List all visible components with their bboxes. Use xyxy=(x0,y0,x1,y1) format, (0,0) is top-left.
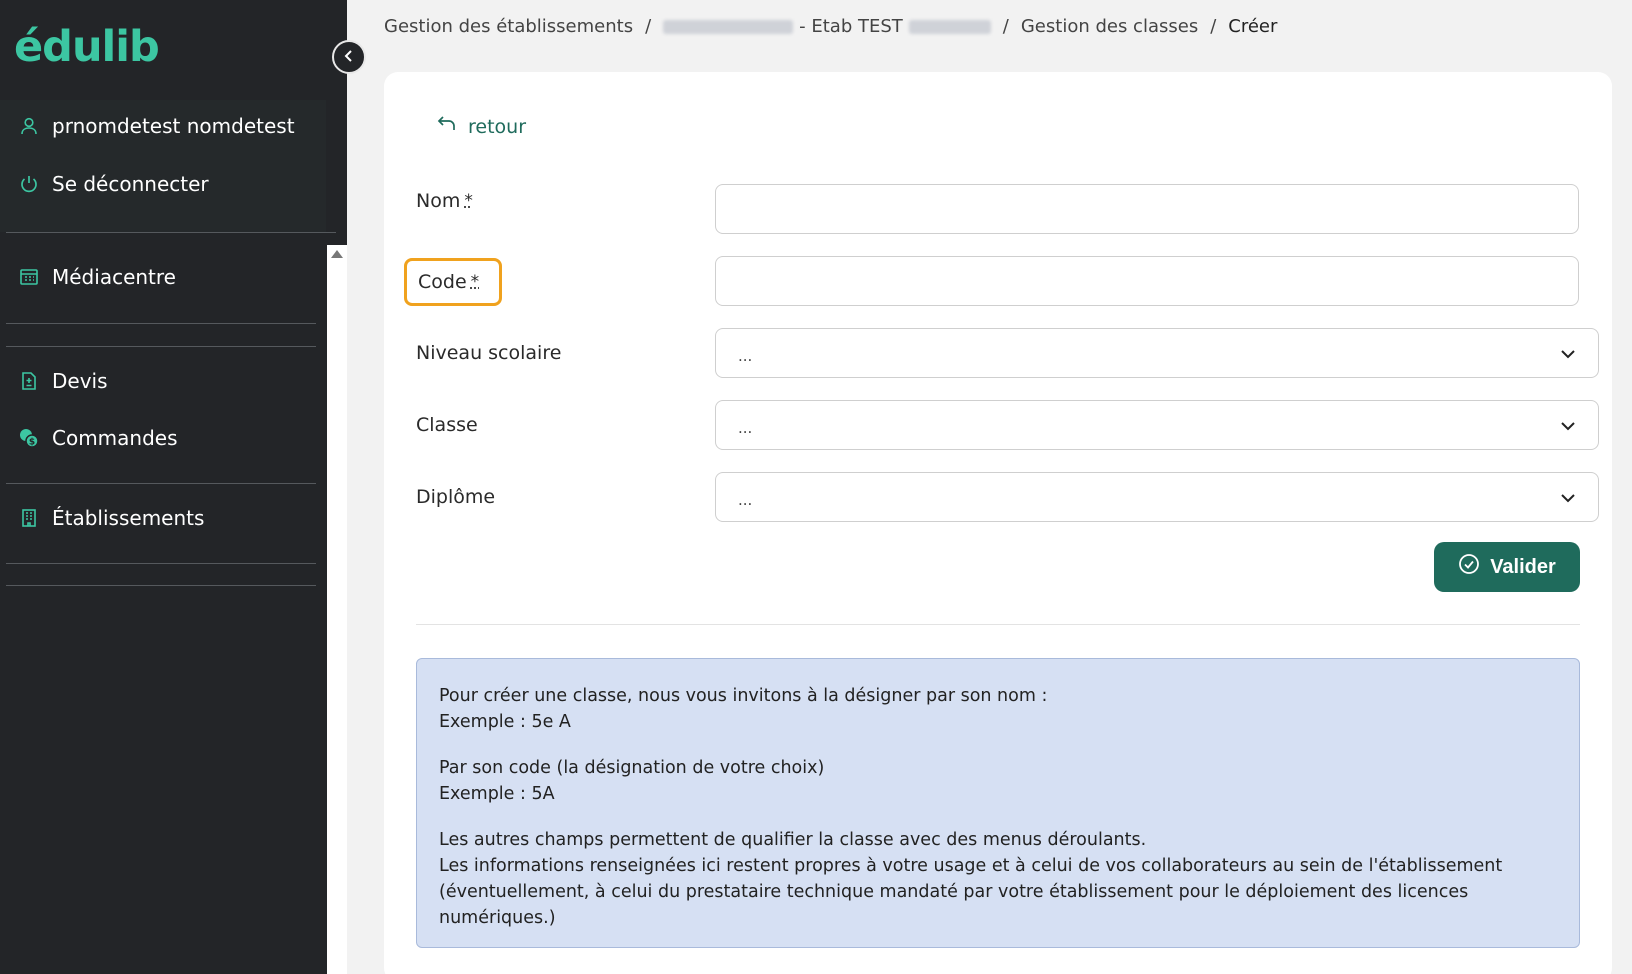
breadcrumb-separator: / xyxy=(1210,16,1216,37)
user-profile-link[interactable]: prnomdetest nomdetest xyxy=(18,114,295,138)
coins-icon: $ xyxy=(18,427,40,449)
back-link[interactable]: retour xyxy=(436,114,526,139)
sidebar-divider xyxy=(6,585,316,586)
chevron-down-icon xyxy=(1560,416,1576,435)
sidebar-item-label: Médiacentre xyxy=(52,265,176,289)
sidebar-divider xyxy=(6,232,336,233)
check-circle-icon xyxy=(1458,553,1480,581)
info-paragraph: Par son code (la désignation de votre ch… xyxy=(439,755,1557,807)
validate-button[interactable]: Valider xyxy=(1434,542,1580,592)
niveau-select-value: ... xyxy=(738,347,752,365)
return-arrow-icon xyxy=(436,114,458,139)
breadcrumb-item-etab[interactable]: - Etab TEST xyxy=(663,16,991,37)
mediacentre-icon xyxy=(18,266,40,288)
user-name: prnomdetest nomdetest xyxy=(52,114,295,138)
nom-label-text: Nom xyxy=(416,190,460,212)
info-text: Exemple : 5A xyxy=(439,784,555,804)
info-text: Pour créer une classe, nous vous inviton… xyxy=(439,686,1047,706)
info-paragraph: Pour créer une classe, nous vous inviton… xyxy=(439,683,1557,735)
user-icon xyxy=(18,115,40,137)
sidebar-item-mediacentre[interactable]: Médiacentre xyxy=(18,265,176,289)
building-icon xyxy=(18,507,40,529)
sidebar-scrollbar[interactable] xyxy=(327,245,347,974)
back-label: retour xyxy=(468,116,526,138)
sidebar-item-commandes[interactable]: $ Commandes xyxy=(18,426,178,450)
redacted-text xyxy=(909,20,991,34)
redacted-text xyxy=(663,20,793,34)
logout-label: Se déconnecter xyxy=(52,172,209,196)
required-mark: * xyxy=(471,272,480,292)
breadcrumb-etab-label: - Etab TEST xyxy=(799,16,903,37)
sidebar-divider xyxy=(6,323,316,324)
svg-text:$: $ xyxy=(29,438,35,448)
breadcrumb-item-etablissements[interactable]: Gestion des établissements xyxy=(384,16,633,37)
logout-link[interactable]: Se déconnecter xyxy=(18,172,209,196)
document-plus-minus-icon xyxy=(18,370,40,392)
breadcrumb-separator: / xyxy=(1003,16,1009,37)
info-text: Les informations renseignées ici restent… xyxy=(439,856,1502,928)
sidebar-item-devis[interactable]: Devis xyxy=(18,369,108,393)
info-box: Pour créer une classe, nous vous inviton… xyxy=(416,658,1580,948)
sidebar-item-label: Établissements xyxy=(52,506,204,530)
chevron-down-icon xyxy=(1560,488,1576,507)
sidebar: édulib prnomdetest nomdetest Se déconnec… xyxy=(0,0,347,974)
collapse-sidebar-button[interactable] xyxy=(332,40,366,74)
scroll-up-arrow-icon[interactable] xyxy=(331,250,343,258)
info-paragraph: Les autres champs permettent de qualifie… xyxy=(439,827,1557,931)
breadcrumb: Gestion des établissements / - Etab TEST… xyxy=(384,16,1277,37)
info-text: Exemple : 5e A xyxy=(439,712,571,732)
breadcrumb-separator: / xyxy=(645,16,651,37)
form-card: retour Nom * Code * Niveau scolaire ... … xyxy=(384,72,1612,974)
breadcrumb-item-current: Créer xyxy=(1228,16,1277,37)
nom-label: Nom * xyxy=(416,190,473,212)
nom-input[interactable] xyxy=(715,184,1579,234)
validate-label: Valider xyxy=(1490,556,1556,579)
info-text: Par son code (la désignation de votre ch… xyxy=(439,758,824,778)
section-divider xyxy=(416,624,1580,625)
chevron-down-icon xyxy=(1560,344,1576,363)
breadcrumb-item-classes[interactable]: Gestion des classes xyxy=(1021,16,1198,37)
code-input[interactable] xyxy=(715,256,1579,306)
code-label-text: Code xyxy=(418,271,467,293)
classe-label: Classe xyxy=(416,414,478,436)
sidebar-divider xyxy=(6,563,316,564)
classe-select-value: ... xyxy=(738,419,752,437)
chevron-left-icon xyxy=(342,48,356,67)
sidebar-item-label: Commandes xyxy=(52,426,178,450)
info-text: Les autres champs permettent de qualifie… xyxy=(439,830,1146,850)
niveau-select[interactable]: ... xyxy=(715,328,1599,378)
sidebar-item-etablissements[interactable]: Établissements xyxy=(18,506,204,530)
diplome-select[interactable]: ... xyxy=(715,472,1599,522)
sidebar-divider xyxy=(6,346,316,347)
niveau-label: Niveau scolaire xyxy=(416,342,561,364)
code-label: Code * xyxy=(404,258,502,306)
diplome-select-value: ... xyxy=(738,491,752,509)
sidebar-item-label: Devis xyxy=(52,369,108,393)
sidebar-divider xyxy=(6,483,316,484)
classe-select[interactable]: ... xyxy=(715,400,1599,450)
required-mark: * xyxy=(464,191,473,211)
diplome-label: Diplôme xyxy=(416,486,495,508)
power-icon xyxy=(18,173,40,195)
brand-logo[interactable]: édulib xyxy=(14,22,159,72)
